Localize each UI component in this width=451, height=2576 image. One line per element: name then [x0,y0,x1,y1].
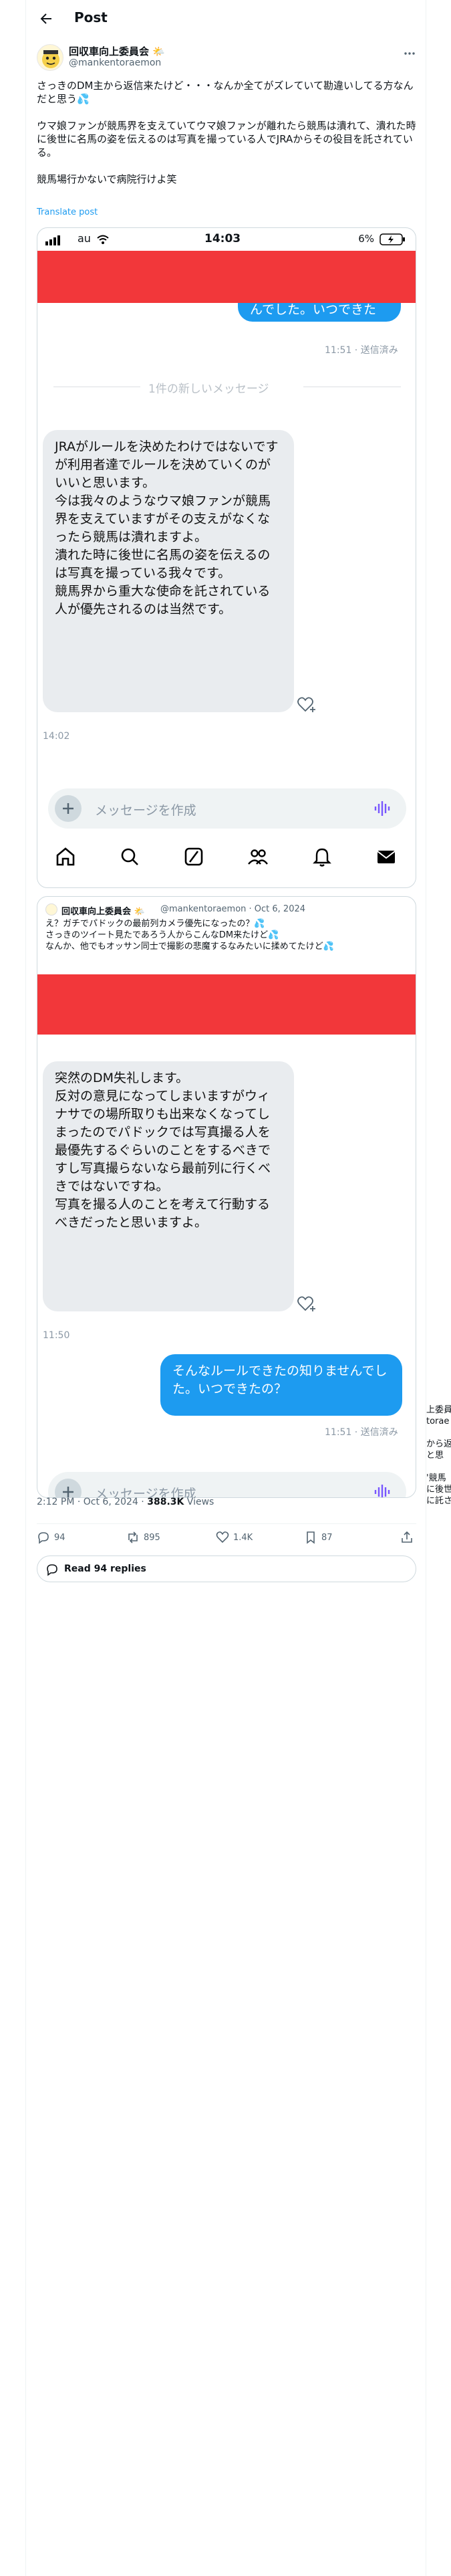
quoted-post[interactable]: 回収車向上委員会 🌤️ @mankentoraemon · Oct 6, 202… [37,896,416,1498]
voice-message-icon[interactable] [374,1484,393,1498]
composer-placeholder: メッセージを作成 [95,1487,196,1498]
phone-status-bar: au 14:03 6% [37,228,416,251]
carrier-label: au [78,232,91,245]
quoted-author-handle: @mankentoraemon · Oct 6, 2024 [160,904,306,914]
reply-button[interactable]: 94 [37,1531,65,1544]
message-composer[interactable]: メッセージを作成 [48,788,406,829]
grok-icon[interactable] [183,846,204,867]
read-replies-label: Read 94 replies [64,1564,146,1574]
author-handle[interactable]: @mankentoraemon [69,58,161,68]
reply-count: 94 [54,1532,65,1543]
message-bubble-received: JRAがルールを決めたわけではないですが利用者達でルールを決めていくのがいいと思… [43,430,294,712]
back-arrow-icon[interactable] [38,11,54,27]
repost-count: 895 [144,1532,160,1543]
quoted-text: え？ガチでパドックの最前列カメラ優先になったの？💦 さっきのツイート見たであろう… [45,919,334,952]
new-message-divider: 1件の新しいメッセージ [148,383,269,396]
read-replies-button[interactable]: Read 94 replies [37,1555,416,1582]
attached-image-1[interactable]: au 14:03 6% ルールできたの知りま んでした。いつできたの？ 11:5… [37,227,416,888]
heart-icon [216,1531,229,1543]
reply-bubble-icon [47,1564,57,1576]
bookmark-count: 87 [321,1532,333,1543]
more-options-icon[interactable] [403,47,416,60]
clock: 14:03 [204,232,241,245]
message-time: 14:02 [43,731,70,742]
share-icon [402,1531,412,1543]
message-bubble-received: 突然のDM失礼します。 反対の意見になってしまいますがウィナサでの場所取りも出来… [43,1061,294,1311]
translate-link[interactable]: Translate post [37,207,98,217]
search-icon[interactable] [119,846,140,867]
avatar [45,903,57,916]
message-time: 11:50 [43,1330,70,1341]
react-heart-icon[interactable] [297,1295,317,1313]
page-title: Post [74,9,108,25]
emoji-icon: 🌤️ [152,45,165,58]
bookmark-button[interactable]: 87 [304,1531,333,1544]
post-text: さっきのDM主から返信来たけど・・・なんか全てがズレていて勘違いしてる方なんだと… [37,80,416,185]
views-count: 388.3K [147,1497,184,1507]
message-composer[interactable]: メッセージを作成 [48,1472,406,1498]
notifications-icon[interactable] [311,846,333,867]
battery-percent: 6% [358,233,374,245]
voice-message-icon[interactable] [374,800,393,817]
share-button[interactable] [400,1531,414,1544]
like-count: 1.4K [233,1532,253,1543]
post-timestamp[interactable]: 2:12 PM · Oct 6, 2024 · 388.3K Views [37,1497,214,1507]
reply-icon [38,1532,49,1544]
composer-placeholder: メッセージを作成 [95,803,196,818]
home-icon[interactable] [55,846,76,867]
repost-icon [128,1531,138,1543]
main-column: Post 回収車向上委員会 🌤️ @mankentoraemon さっきのDM主… [25,0,426,2576]
repost-button[interactable]: 895 [126,1531,160,1544]
phone-bottom-nav [37,837,416,877]
message-meta: 11:51 · 送信済み [325,1427,398,1438]
wifi-icon [97,235,109,244]
avatar[interactable] [37,44,63,71]
bookmark-icon [307,1531,315,1544]
redaction-box [37,251,416,303]
quoted-author-name: 回収車向上委員会 🌤️ [61,907,145,917]
emoji-icon: 🌤️ [134,907,145,917]
react-heart-icon[interactable] [297,696,317,714]
action-bar: 94 895 1.4K 87 [37,1523,416,1547]
post-author[interactable]: 回収車向上委員会 🌤️ @mankentoraemon [37,43,416,72]
add-media-button[interactable] [55,1479,82,1497]
messages-icon[interactable] [375,846,397,867]
offscreen-panel-fragment: 上委員 torae から返 と思 '競馬 に後世 に託さ [426,1405,451,1506]
top-bar: Post [26,0,427,37]
battery-icon [380,233,405,245]
message-bubble-sent: そんなルールできたの知りませんでした。いつできたの？ [160,1354,402,1416]
signal-icon [45,235,60,245]
author-name[interactable]: 回収車向上委員会 🌤️ [69,44,165,58]
message-meta: 11:51 · 送信済み [325,345,398,356]
add-media-button[interactable] [55,795,82,822]
quoted-author: 回収車向上委員会 🌤️ @mankentoraemon · Oct 6, 202… [45,903,406,917]
communities-icon[interactable] [247,846,269,867]
like-button[interactable]: 1.4K [216,1531,253,1544]
redaction-box [37,974,416,1035]
